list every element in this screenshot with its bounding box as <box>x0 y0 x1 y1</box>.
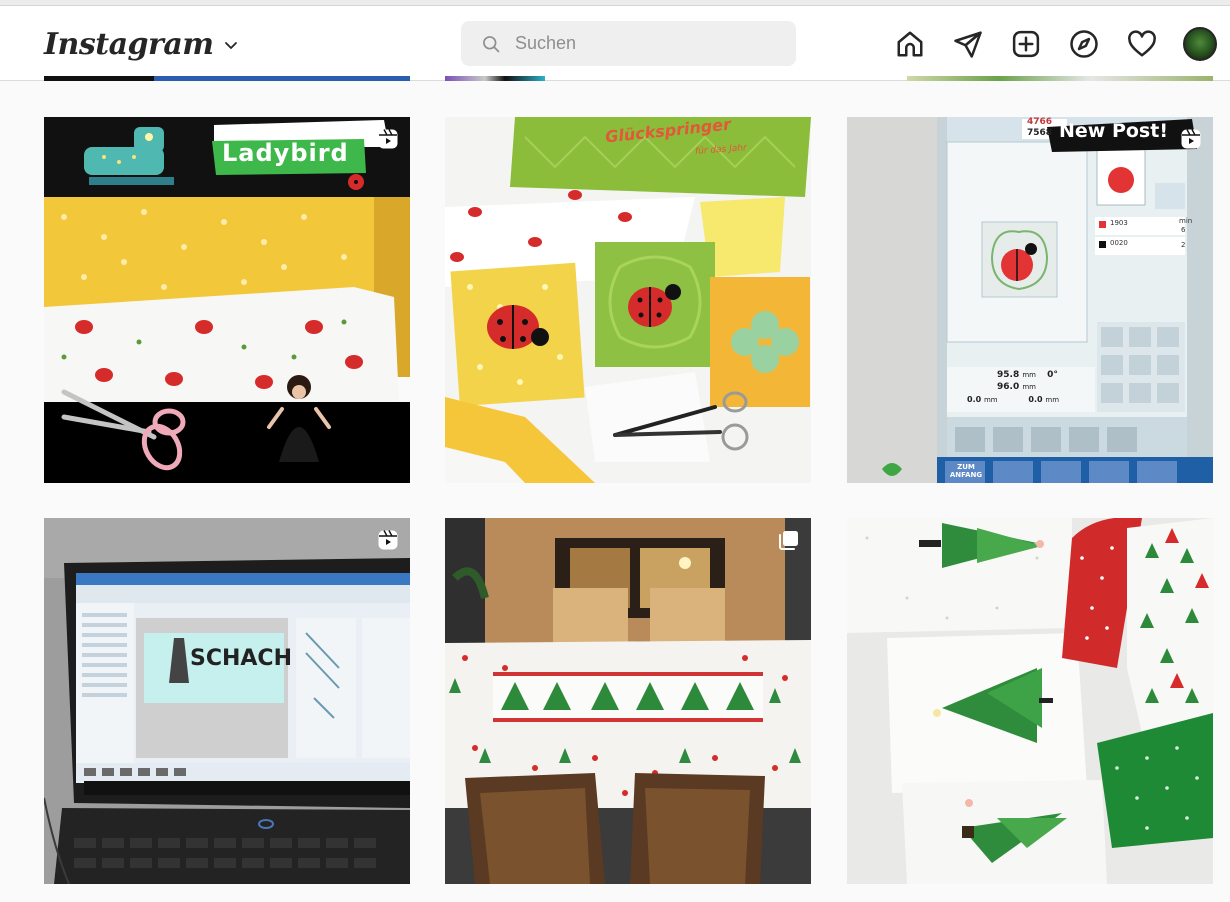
screen-width-value: 95.8 <box>997 370 1020 380</box>
direct-message-icon <box>954 31 982 58</box>
reels-icon <box>378 530 398 550</box>
logo-switcher[interactable]: Instagram <box>44 24 238 64</box>
reels-icon <box>1181 129 1201 149</box>
explore-button[interactable] <box>1067 28 1101 60</box>
screen-stitch-count-top: 4766 <box>1027 117 1053 127</box>
carousel-badge <box>777 528 801 552</box>
chevron-down-icon <box>224 42 237 49</box>
explore-icon <box>1070 30 1098 58</box>
post-image <box>44 117 410 483</box>
home-button[interactable] <box>893 28 927 60</box>
screen-color-2-code: 0020 <box>1110 239 1128 247</box>
screen-min-value-1: 6 <box>1181 226 1186 234</box>
screen-offset-x: 0.0 <box>967 395 982 404</box>
previous-row-peek-2 <box>445 76 545 81</box>
search-box[interactable] <box>461 21 796 66</box>
post-overlay-title: Ladybird <box>222 139 349 167</box>
screen-height-value: 96.0 <box>997 382 1020 392</box>
post-tile[interactable] <box>847 518 1213 884</box>
home-icon <box>897 31 923 57</box>
screen-min-label: min <box>1179 217 1193 225</box>
search-input[interactable] <box>515 33 775 54</box>
post-tile[interactable]: Ladybird <box>44 117 410 483</box>
screen-min-value-2: 2 <box>1181 241 1186 249</box>
screen-start-button-line-1: ZUM <box>957 463 975 471</box>
post-tile[interactable]: 4766 7568 1903 0020 min 6 2 95.8 mm 0° 9… <box>847 117 1213 483</box>
nav-icon-row <box>893 27 1217 61</box>
post-image <box>847 518 1213 884</box>
activity-button[interactable] <box>1125 28 1159 60</box>
top-navigation-bar: Instagram <box>0 6 1230 81</box>
screen-dimension-width-row: 95.8 mm 0° <box>997 369 1058 381</box>
screen-start-button: ZUM ANFANG <box>947 463 985 479</box>
screen-angle: 0° <box>1047 370 1058 380</box>
reels-badge <box>376 528 400 552</box>
new-post-icon <box>1012 30 1040 58</box>
post-image <box>445 518 811 884</box>
post-overlay-title: New Post! <box>1059 120 1168 142</box>
screen-stitch-count-bottom: 7568 <box>1027 128 1053 138</box>
heart-icon <box>1128 30 1156 57</box>
previous-row-peek-1 <box>44 76 410 81</box>
screen-dimensions: 95.8 mm 0° 96.0 mm <box>997 369 1058 393</box>
screen-height-unit: mm <box>1022 383 1036 391</box>
screen-dimension-height-row: 96.0 mm <box>997 381 1058 393</box>
reels-icon <box>378 129 398 149</box>
reels-badge <box>1179 127 1203 151</box>
new-post-button[interactable] <box>1009 28 1043 60</box>
carousel-icon <box>779 531 798 550</box>
post-image <box>847 117 1213 483</box>
post-image <box>445 117 811 483</box>
screen-offset-x-unit: mm <box>983 396 998 404</box>
screen-offset-y: 0.0 <box>1028 395 1043 404</box>
reels-badge <box>376 127 400 151</box>
screen-width-unit: mm <box>1022 371 1036 379</box>
direct-messages-button[interactable] <box>951 28 985 60</box>
previous-row-peek-3 <box>907 76 1213 81</box>
screen-offset-y-unit: mm <box>1045 396 1060 404</box>
post-tile[interactable] <box>445 518 811 884</box>
screen-start-button-line-2: ANFANG <box>949 471 983 479</box>
post-overlay-title: SCHACH <box>190 646 292 671</box>
search-icon <box>483 35 500 52</box>
screen-offsets: 0.0 mm 0.0 mm <box>967 395 1059 404</box>
avatar <box>1183 27 1217 61</box>
post-tile[interactable]: Glückspringer für das Jahr <box>445 117 811 483</box>
profile-button[interactable] <box>1183 27 1217 61</box>
post-tile[interactable]: SCHACH <box>44 518 410 884</box>
screen-color-1-code: 1903 <box>1110 219 1128 227</box>
instagram-logo: Instagram <box>44 26 214 62</box>
post-image <box>44 518 410 884</box>
